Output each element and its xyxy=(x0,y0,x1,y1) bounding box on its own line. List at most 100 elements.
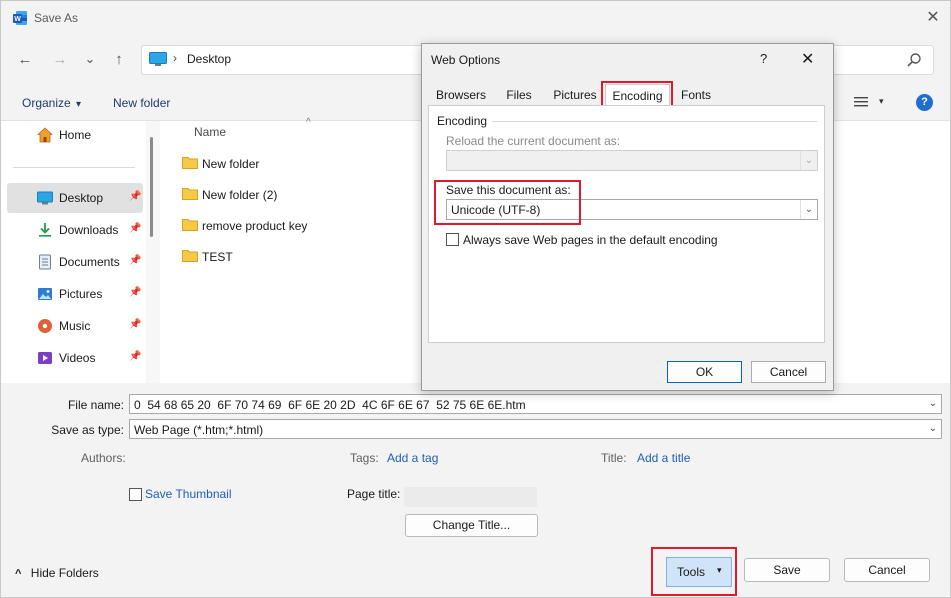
close-icon[interactable]: ✕ xyxy=(801,49,814,69)
organize-button[interactable]: Organize ▾ xyxy=(22,96,81,110)
always-save-default-label[interactable]: Always save Web pages in the default enc… xyxy=(463,233,718,247)
sidebar-scrollbar-thumb[interactable] xyxy=(150,137,153,237)
file-name: remove product key xyxy=(202,219,308,233)
caret-down-icon: ▾ xyxy=(76,99,82,110)
hide-folders-label: Hide Folders xyxy=(30,566,99,580)
save-as-type-label: Save as type: xyxy=(51,423,124,437)
tools-highlight-box xyxy=(651,547,737,596)
pin-icon: 📌 xyxy=(129,223,142,234)
sidebar-item-home[interactable]: Home xyxy=(7,120,143,150)
videos-icon xyxy=(38,352,52,364)
documents-icon xyxy=(39,254,51,270)
pin-icon: 📌 xyxy=(129,319,142,330)
help-icon[interactable]: ? xyxy=(760,51,767,66)
sidebar-divider xyxy=(13,167,135,168)
save-as-type-select[interactable]: Web Page (*.htm;*.html) ⌄ xyxy=(129,419,942,439)
change-title-button[interactable]: Change Title... xyxy=(405,514,538,537)
chevron-up-icon: ^ xyxy=(15,568,22,580)
folder-icon xyxy=(182,219,198,231)
chevron-down-icon[interactable]: ⌄ xyxy=(929,398,937,409)
sidebar-scrollbar[interactable] xyxy=(146,121,160,383)
column-header-name[interactable]: Name xyxy=(194,125,226,139)
music-icon xyxy=(38,319,52,333)
chevron-down-icon[interactable]: ⌄ xyxy=(800,200,817,219)
cancel-button[interactable]: Cancel xyxy=(844,558,930,582)
chevron-down-icon: ⌄ xyxy=(84,51,96,66)
sidebar-item-documents[interactable]: Documents 📌 xyxy=(7,247,143,277)
file-name-input[interactable]: 0 54 68 65 20 6F 70 74 69 6F 6E 20 2D 4C… xyxy=(129,394,942,414)
sidebar-item-downloads[interactable]: Downloads 📌 xyxy=(7,215,143,245)
encoding-tab-highlight-box xyxy=(601,81,673,108)
web-options-cancel-button[interactable]: Cancel xyxy=(751,361,826,383)
page-title-field xyxy=(404,487,537,507)
up-button[interactable]: ↑ xyxy=(107,48,131,72)
page-title-label: Page title: xyxy=(347,487,401,501)
downloads-icon xyxy=(39,223,51,237)
file-list-item[interactable]: New folder (2) xyxy=(179,182,419,208)
file-list-item[interactable]: remove product key xyxy=(179,213,419,239)
file-list-item[interactable]: TEST xyxy=(179,244,419,270)
back-button[interactable]: ← xyxy=(13,48,37,72)
svg-text:W: W xyxy=(14,16,21,23)
add-tag-link[interactable]: Add a tag xyxy=(387,451,438,465)
pictures-icon xyxy=(38,288,52,300)
arrow-left-icon: ← xyxy=(17,51,33,68)
recent-locations-button[interactable]: ⌄ xyxy=(78,47,102,71)
sidebar-item-label: Home xyxy=(59,128,92,142)
group-divider xyxy=(492,121,817,122)
save-button[interactable]: Save xyxy=(744,558,830,582)
file-name: New folder xyxy=(202,157,260,171)
sidebar-item-videos[interactable]: Videos 📌 xyxy=(7,343,143,373)
view-list-icon[interactable] xyxy=(854,96,868,108)
new-folder-button[interactable]: New folder xyxy=(113,96,170,110)
help-icon[interactable]: ? xyxy=(916,94,933,111)
forward-button[interactable]: → xyxy=(48,48,72,72)
file-name-value: 0 54 68 65 20 6F 70 74 69 6F 6E 20 2D 4C… xyxy=(134,398,526,412)
breadcrumb-desktop[interactable]: Desktop xyxy=(187,52,231,66)
address-bar[interactable] xyxy=(141,45,431,75)
save-encoding-highlight-box xyxy=(434,180,581,225)
breadcrumb-separator: › xyxy=(173,51,177,65)
always-save-default-checkbox[interactable] xyxy=(446,233,459,246)
sidebar-item-music[interactable]: Music 📌 xyxy=(7,311,143,341)
home-icon xyxy=(37,127,53,143)
hide-folders-button[interactable]: ^ Hide Folders xyxy=(15,566,99,580)
view-options-caret-icon[interactable]: ▾ xyxy=(879,96,884,107)
reload-encoding-select: ⌄ xyxy=(446,150,818,171)
sidebar-item-label: Music xyxy=(59,319,91,333)
encoding-group-label: Encoding xyxy=(437,114,488,128)
sort-ascending-icon: ^ xyxy=(306,117,311,128)
desktop-icon xyxy=(37,191,53,205)
sidebar-item-label: Pictures xyxy=(59,287,103,301)
pin-icon: 📌 xyxy=(129,287,142,298)
desktop-icon xyxy=(149,52,167,66)
sidebar-item-pictures[interactable]: Pictures 📌 xyxy=(7,279,143,309)
save-as-type-value: Web Page (*.htm;*.html) xyxy=(134,423,264,437)
window-close-button[interactable]: ✕ xyxy=(919,5,947,31)
folder-icon xyxy=(182,157,198,169)
ok-button[interactable]: OK xyxy=(667,361,742,383)
pin-icon: 📌 xyxy=(129,255,142,266)
folder-icon xyxy=(182,250,198,262)
add-title-link[interactable]: Add a title xyxy=(637,451,690,465)
title-bar xyxy=(1,1,950,35)
tab-fonts[interactable]: Fonts xyxy=(674,84,718,106)
close-icon: ✕ xyxy=(926,9,940,26)
title-label: Title: xyxy=(601,451,627,465)
save-thumbnail-checkbox[interactable] xyxy=(129,488,142,501)
sidebar-item-label: Videos xyxy=(59,351,96,365)
sidebar-item-desktop[interactable]: Desktop 📌 xyxy=(7,183,143,213)
tab-browsers[interactable]: Browsers xyxy=(430,84,492,106)
window-title: Save As xyxy=(34,11,79,25)
file-name-label: File name: xyxy=(67,398,124,412)
pin-icon: 📌 xyxy=(129,191,142,202)
file-list-item[interactable]: New folder xyxy=(179,151,419,177)
file-name: TEST xyxy=(202,250,233,264)
save-thumbnail-label[interactable]: Save Thumbnail xyxy=(145,487,232,501)
tab-pictures[interactable]: Pictures xyxy=(548,84,602,106)
tab-files[interactable]: Files xyxy=(499,84,539,106)
chevron-down-icon[interactable]: ⌄ xyxy=(929,423,937,434)
reload-document-label: Reload the current document as: xyxy=(446,134,621,148)
search-icon xyxy=(907,53,921,67)
sidebar-item-label: Downloads xyxy=(59,223,119,237)
